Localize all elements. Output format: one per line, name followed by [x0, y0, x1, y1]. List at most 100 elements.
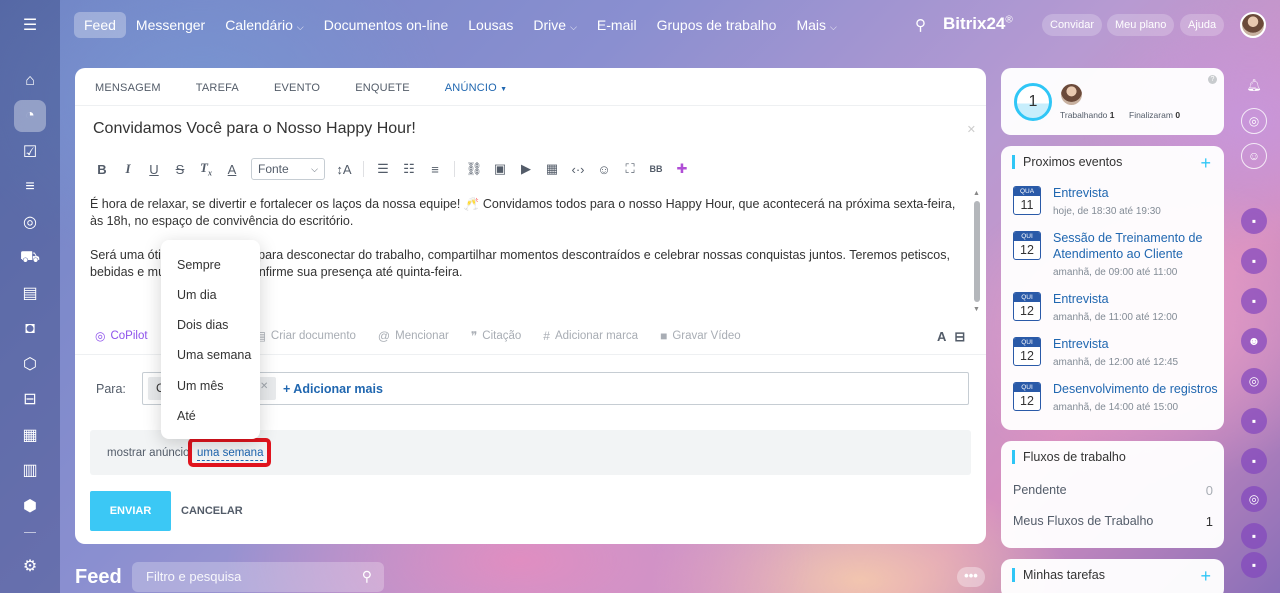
chat-avatar-icon[interactable]: ▪	[1241, 248, 1267, 274]
add-tag-button[interactable]: # Adicionar marca	[543, 329, 638, 343]
event-title[interactable]: Entrevista	[1053, 291, 1218, 307]
link-icon[interactable]: ⛓	[461, 161, 487, 177]
close-icon[interactable]: ✕	[967, 123, 976, 136]
table-icon[interactable]: ▦	[539, 161, 565, 177]
nav-workgroups[interactable]: Grupos de trabalho	[647, 12, 787, 38]
nav-online-docs[interactable]: Documentos on-line	[314, 12, 459, 38]
status-ring[interactable]: 1	[1014, 83, 1052, 121]
chat-avatar-icon[interactable]: ▪	[1241, 408, 1267, 434]
record-video-button[interactable]: ■ Gravar Vídeo	[660, 329, 741, 343]
dropdown-option-one-month[interactable]: Um mês	[177, 379, 224, 393]
add-event-icon[interactable]: +	[1200, 153, 1211, 174]
scroll-down-icon[interactable]: ▼	[973, 306, 980, 313]
box-icon[interactable]: ⬡	[14, 348, 46, 380]
chat-avatar-icon[interactable]: ◎	[1241, 486, 1267, 512]
workflow-row[interactable]: Meus Fluxos de Trabalho 1	[1013, 514, 1213, 529]
inbox-icon[interactable]: ⊟	[14, 383, 46, 415]
home-icon[interactable]: ⌂	[14, 65, 46, 97]
chat-avatar-icon[interactable]: ▪	[1241, 552, 1267, 578]
nav-messenger[interactable]: Messenger	[126, 12, 215, 38]
add-more-link[interactable]: + Adicionar mais	[283, 382, 383, 396]
font-select[interactable]: Fonte ⌵	[251, 158, 325, 180]
event-title[interactable]: Desenvolvimento de registros	[1053, 381, 1218, 397]
tasks-icon[interactable]: ☑	[14, 136, 46, 168]
event-title[interactable]: Entrevista	[1053, 336, 1218, 352]
italic-button[interactable]: I	[115, 161, 141, 177]
clear-format-icon[interactable]: Tx	[193, 160, 219, 178]
strikethrough-button[interactable]: S	[167, 162, 193, 177]
create-document-button[interactable]: ▤ Criar documento	[255, 329, 356, 343]
avatar[interactable]	[1240, 12, 1266, 38]
search-icon[interactable]: ⚲	[915, 16, 926, 34]
chat-avatar-icon[interactable]: ▪	[1241, 288, 1267, 314]
event-title[interactable]: Entrevista	[1053, 185, 1218, 201]
add-task-icon[interactable]: +	[1200, 566, 1211, 587]
menu-icon[interactable]: ☰	[14, 9, 46, 41]
workflow-row[interactable]: Pendente 0	[1013, 483, 1213, 498]
help-button[interactable]: Ajuda	[1180, 14, 1225, 36]
editor-scrollbar[interactable]	[974, 201, 980, 302]
panel-icon[interactable]: ⊟	[954, 329, 965, 345]
text-format-icon[interactable]: A	[937, 329, 946, 345]
post-title[interactable]: Convidamos Você para o Nosso Happy Hour!	[93, 120, 416, 138]
recipients-field[interactable]: C ✕ + Adicionar mais	[142, 372, 969, 405]
image-icon[interactable]: ▣	[487, 161, 513, 177]
tab-event[interactable]: EVENTO	[274, 82, 320, 94]
cart-icon[interactable]: ⛟	[14, 242, 46, 274]
underline-button[interactable]: U	[141, 162, 167, 177]
duration-selector[interactable]: uma semana	[197, 447, 264, 461]
group-chat-icon[interactable]: ☻	[1241, 328, 1267, 354]
tab-task[interactable]: TAREFA	[196, 82, 239, 94]
bell-icon[interactable]: 🔔︎	[1241, 72, 1267, 98]
nav-email[interactable]: E-mail	[587, 12, 647, 38]
chat-avatar-icon[interactable]: ▪	[1241, 208, 1267, 234]
chat-avatar-icon[interactable]: ◎	[1241, 368, 1267, 394]
help-icon[interactable]: ?	[1208, 75, 1217, 84]
search-icon[interactable]: ⚲	[362, 568, 372, 585]
brand-logo[interactable]: Bitrix24®	[943, 14, 1013, 34]
filter-icon[interactable]: ≡	[14, 171, 46, 203]
dropdown-option-two-days[interactable]: Dois dias	[177, 318, 228, 332]
invite-button[interactable]: Convidar	[1042, 14, 1103, 36]
numbered-list-icon[interactable]: ☰	[370, 161, 396, 177]
dropdown-option-one-day[interactable]: Um dia	[177, 288, 217, 302]
calendar-icon[interactable]: ▦	[14, 419, 46, 451]
card-icon[interactable]: ▤	[14, 277, 46, 309]
gear-icon[interactable]: ⚙	[14, 550, 46, 582]
close-icon[interactable]: ✕	[260, 381, 268, 392]
crm-icon[interactable]: ◎	[14, 206, 46, 238]
my-plan-button[interactable]: Meu plano	[1107, 14, 1175, 36]
mention-button[interactable]: @ Mencionar	[378, 329, 449, 343]
bold-button[interactable]: B	[89, 162, 115, 177]
hexagon-icon[interactable]: ⬢	[14, 490, 46, 522]
add-image-icon[interactable]: ✚	[669, 161, 695, 177]
chat-icon[interactable]: ☺	[1241, 143, 1267, 169]
quote-button[interactable]: ❞ Citação	[471, 329, 521, 343]
send-button[interactable]: ENVIAR	[90, 491, 171, 531]
align-icon[interactable]: ≡	[422, 162, 448, 177]
analytics-icon[interactable]: ▥	[14, 454, 46, 486]
copilot-button[interactable]: ◎ CoPilot	[95, 329, 148, 343]
dropdown-option-one-week[interactable]: Uma semana	[177, 348, 251, 362]
avatar[interactable]	[1061, 84, 1082, 105]
more-button[interactable]: •••	[957, 567, 985, 587]
tab-poll[interactable]: ENQUETE	[355, 82, 410, 94]
fullscreen-icon[interactable]: ⛶	[617, 161, 643, 177]
event-title[interactable]: Sessão de Treinamento de Atendimento ao …	[1053, 230, 1218, 262]
bullet-list-icon[interactable]: ☷	[396, 161, 422, 177]
nav-calendar[interactable]: Calendário ⌵	[215, 12, 314, 38]
chat-avatar-icon[interactable]: ▪	[1241, 448, 1267, 474]
dropdown-option-until[interactable]: Até	[177, 409, 196, 423]
scroll-up-icon[interactable]: ▲	[973, 190, 980, 197]
search-input[interactable]: Filtro e pesquisa ⚲	[132, 562, 384, 592]
dropdown-option-always[interactable]: Sempre	[177, 258, 221, 272]
cancel-button[interactable]: CANCELAR	[181, 505, 243, 517]
bbcode-icon[interactable]: BB	[643, 164, 669, 174]
feed-icon[interactable]: ◔	[14, 100, 46, 132]
emoji-icon[interactable]: ☺	[591, 162, 617, 177]
target-icon[interactable]: ◎	[1241, 108, 1267, 134]
nav-boards[interactable]: Lousas	[458, 12, 523, 38]
video-icon[interactable]: ▶	[513, 161, 539, 177]
chat-avatar-icon[interactable]: ▪	[1241, 523, 1267, 549]
tab-announcement[interactable]: ANÚNCIO ▼	[445, 82, 508, 94]
